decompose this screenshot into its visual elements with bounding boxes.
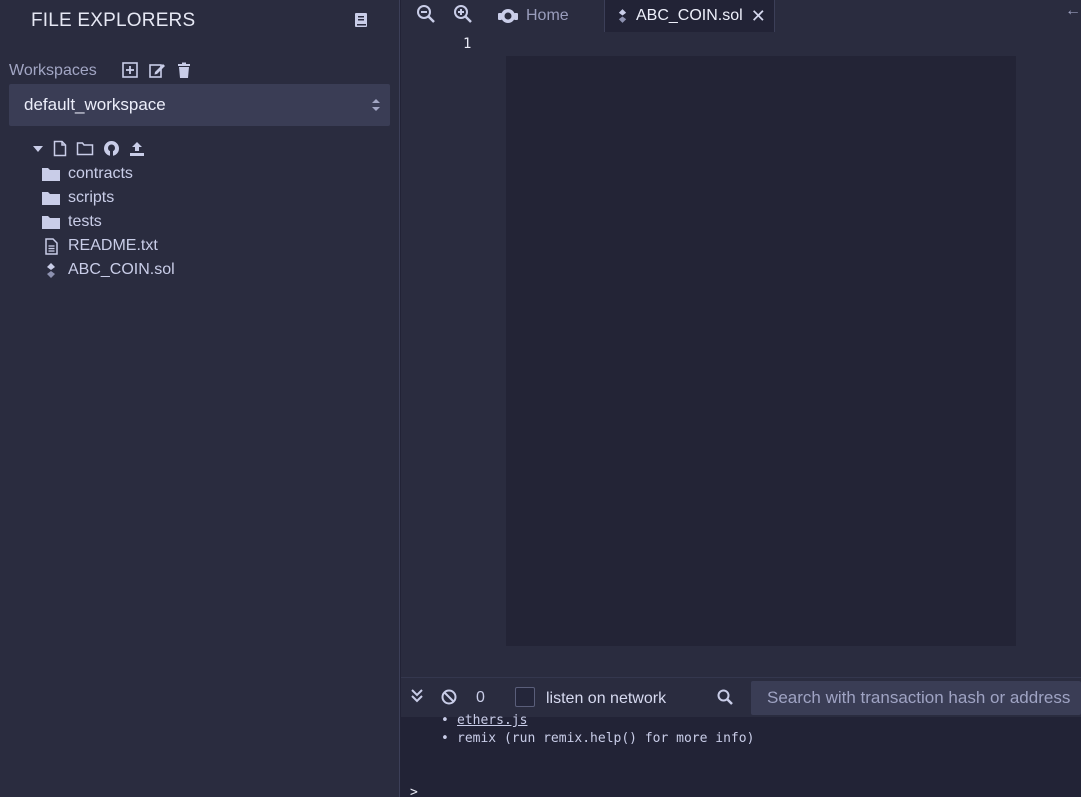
listen-network-checkbox[interactable]	[515, 687, 535, 707]
solidity-icon	[618, 9, 627, 23]
tab-home-label: Home	[526, 7, 569, 24]
file-explorer-panel: FILE EXPLORERS Workspaces default_worksp…	[0, 0, 400, 797]
tree-item-label: scripts	[68, 189, 115, 206]
collapse-caret-icon[interactable]	[32, 143, 44, 155]
tree-item-label: tests	[68, 213, 102, 230]
tab-abc-coin-label: ABC_COIN.sol	[636, 7, 743, 24]
code-editor[interactable]: 1	[401, 32, 1081, 677]
ethers-link[interactable]: ethers.js	[457, 713, 527, 728]
file-tree-toolbar	[32, 140, 145, 157]
zoom-in-icon[interactable]	[453, 4, 473, 24]
file-text-icon	[42, 237, 60, 255]
workspaces-label: Workspaces	[9, 62, 97, 79]
tree-item-contracts[interactable]: contracts	[42, 162, 175, 186]
delete-workspace-icon[interactable]	[175, 61, 193, 79]
new-folder-icon[interactable]	[76, 141, 94, 156]
folder-icon	[42, 189, 60, 207]
listen-network-label: listen on network	[546, 690, 667, 707]
search-icon	[717, 689, 733, 705]
workspace-actions	[121, 61, 193, 79]
terminal-line: • remix (run remix.help() for more info)	[441, 731, 754, 746]
editor-text-area[interactable]	[506, 56, 1016, 646]
file-tree: contracts scripts tests README.txt ABC_C…	[42, 162, 175, 282]
documentation-icon[interactable]	[354, 12, 368, 28]
tree-item-tests[interactable]: tests	[42, 210, 175, 234]
terminal-line: • ethers.js	[441, 713, 527, 728]
tree-item-readme[interactable]: README.txt	[42, 234, 175, 258]
transaction-search-input[interactable]	[751, 681, 1081, 715]
tree-item-label: README.txt	[68, 237, 158, 254]
tree-item-abc-coin[interactable]: ABC_COIN.sol	[42, 258, 175, 282]
editor-tab-bar: Home ABC_COIN.sol ✕ ←	[401, 0, 1081, 32]
workspace-select-value: default_workspace	[24, 95, 166, 114]
tab-home[interactable]: Home	[497, 0, 569, 32]
tab-abc-coin[interactable]: ABC_COIN.sol ✕	[604, 0, 775, 32]
toggle-terminal-icon[interactable]	[411, 689, 423, 703]
upload-icon[interactable]	[129, 141, 145, 157]
tree-item-label: ABC_COIN.sol	[68, 261, 175, 278]
close-tab-icon[interactable]: ✕	[751, 6, 766, 27]
select-arrows-icon	[372, 99, 380, 111]
terminal-text: remix (run remix.help() for more info)	[457, 731, 755, 746]
folder-icon	[42, 165, 60, 183]
rename-workspace-icon[interactable]	[148, 61, 166, 79]
terminal-toolbar: 0 listen on network	[401, 677, 1081, 717]
line-number: 1	[463, 36, 472, 52]
create-workspace-icon[interactable]	[121, 61, 139, 79]
editor-minimap	[1016, 56, 1081, 646]
workspace-select[interactable]: default_workspace	[9, 84, 390, 126]
remix-logo-icon	[498, 9, 518, 23]
solidity-icon	[42, 261, 60, 279]
folder-icon	[42, 213, 60, 231]
tree-item-label: contracts	[68, 165, 133, 182]
terminal-output[interactable]: • ethers.js • remix (run remix.help() fo…	[401, 713, 1081, 797]
pending-tx-count: 0	[476, 689, 485, 706]
bullet: •	[441, 731, 449, 746]
github-icon[interactable]	[103, 140, 120, 157]
panel-title: FILE EXPLORERS	[31, 10, 196, 31]
tree-item-scripts[interactable]: scripts	[42, 186, 175, 210]
zoom-out-icon[interactable]	[416, 4, 436, 24]
arrow-left-icon[interactable]: ←	[1065, 2, 1081, 20]
remix-ide: FILE EXPLORERS Workspaces default_worksp…	[0, 0, 1081, 797]
clear-console-icon[interactable]	[441, 689, 457, 705]
bullet: •	[441, 713, 449, 728]
new-file-icon[interactable]	[53, 140, 67, 157]
terminal-prompt[interactable]: >	[410, 785, 418, 797]
